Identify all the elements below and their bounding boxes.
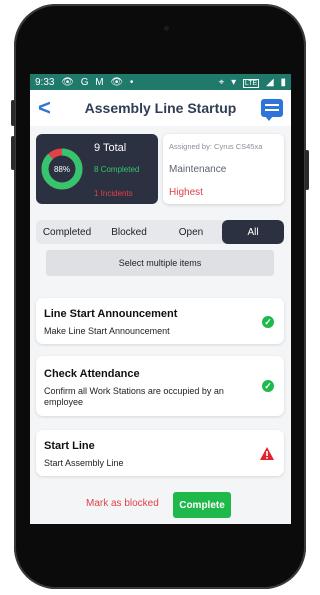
chat-icon[interactable] (260, 99, 283, 121)
progress-percent: 88% (54, 165, 70, 174)
tab-all[interactable]: All (222, 220, 284, 244)
tab-completed[interactable]: Completed (36, 220, 98, 244)
check-icon: ✓ (262, 316, 274, 328)
status-bar: 9:33 👁 G M 👁 • ⌖ ▾ LTE ◢ ▮ (30, 74, 291, 90)
task-item[interactable]: Check Attendance Confirm all Work Statio… (36, 356, 284, 416)
app-header: < Assembly Line Startup (30, 90, 291, 126)
volume-button (11, 136, 15, 170)
lte-icon: LTE (242, 78, 260, 88)
check-icon: ✓ (262, 380, 274, 392)
task-title: Line Start Announcement (44, 308, 178, 320)
select-multiple-button[interactable]: Select multiple items (46, 250, 274, 276)
gmail-icon: M (95, 76, 104, 88)
eye-icon: 👁 (61, 76, 74, 88)
progress-donut: 88% (41, 148, 83, 190)
tab-open[interactable]: Open (160, 220, 222, 244)
progress-card: 88% 9 Total 8 Completed 1 Incidents (36, 134, 158, 204)
task-title: Start Line (44, 440, 95, 452)
battery-icon: ▮ (280, 76, 286, 88)
category-label: Maintenance (169, 164, 227, 175)
task-title: Check Attendance (44, 368, 140, 380)
wifi-icon: ▾ (231, 76, 237, 88)
app-screen: 9:33 👁 G M 👁 • ⌖ ▾ LTE ◢ ▮ < Assembly Li… (30, 74, 291, 524)
task-item[interactable]: Start Line Start Assembly Line (36, 430, 284, 476)
task-description: Make Line Start Announcement (44, 326, 170, 336)
assigned-by: Assigned by: Cyrus CS45xa (169, 142, 263, 151)
summary-cards: 88% 9 Total 8 Completed 1 Incidents Assi… (36, 134, 285, 206)
eye-icon: 👁 (110, 76, 124, 88)
filter-tabs: Completed Blocked Open All (36, 220, 284, 244)
status-time: 9:33 (35, 76, 55, 88)
assignment-card: Assigned by: Cyrus CS45xa Maintenance Hi… (163, 134, 284, 204)
google-icon: G (80, 76, 89, 88)
back-arrow-icon[interactable]: < (38, 97, 60, 119)
task-item[interactable]: Line Start Announcement Make Line Start … (36, 298, 284, 344)
incidents-count[interactable]: 1 Incidents (94, 189, 133, 198)
volume-button (11, 100, 15, 126)
action-bar: Mark as blocked Complete (30, 492, 291, 518)
mark-blocked-button[interactable]: Mark as blocked (86, 498, 159, 509)
camera (164, 26, 169, 31)
tab-blocked[interactable]: Blocked (98, 220, 160, 244)
dot-icon: • (129, 76, 134, 88)
warning-icon (260, 447, 274, 460)
priority-label: Highest (169, 187, 203, 198)
location-icon: ⌖ (218, 76, 225, 88)
page-title: Assembly Line Startup (84, 100, 237, 116)
task-description: Confirm all Work Stations are occupied b… (44, 386, 224, 407)
complete-button[interactable]: Complete (173, 492, 231, 518)
power-button (305, 150, 309, 190)
total-count: 9 Total (94, 142, 127, 154)
completed-count: 8 Completed (94, 165, 140, 174)
task-description: Start Assembly Line (44, 458, 124, 468)
signal-icon: ◢ (266, 76, 274, 88)
